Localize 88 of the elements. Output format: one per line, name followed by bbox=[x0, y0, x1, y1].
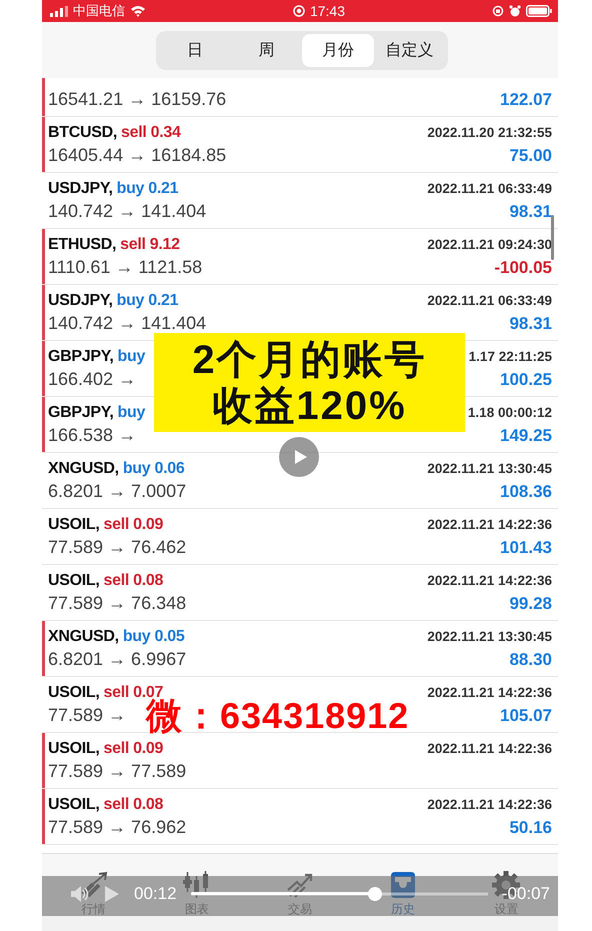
period-tab[interactable]: 自定义 bbox=[374, 34, 445, 66]
signal-icon bbox=[50, 6, 68, 16]
profit-value: 122.07 bbox=[500, 90, 552, 110]
trade-side: buy bbox=[118, 404, 146, 422]
trade-side: sell 0.09 bbox=[104, 516, 164, 534]
trade-side: buy 0.21 bbox=[116, 180, 178, 198]
scroll-indicator bbox=[551, 215, 554, 260]
volume-icon bbox=[70, 884, 90, 902]
trade-symbol: USDJPY, bbox=[48, 180, 113, 198]
trade-time: 2022.11.21 14:22:36 bbox=[427, 517, 552, 532]
profit-value: 75.00 bbox=[509, 146, 552, 166]
profit-value: 50.16 bbox=[509, 818, 552, 838]
trade-time: 2022.11.21 14:22:36 bbox=[427, 573, 552, 588]
trade-time: 2022.11.20 21:32:55 bbox=[427, 125, 552, 140]
trade-symbol: USDJPY, bbox=[48, 292, 113, 310]
trade-time: 2022.11.21 13:30:45 bbox=[427, 629, 552, 644]
profit-value: 101.43 bbox=[500, 538, 552, 558]
price-range: 77.589 → 76.962 bbox=[48, 817, 186, 838]
trade-symbol: GBPJPY, bbox=[48, 404, 114, 422]
price-range: 77.589 → 76.348 bbox=[48, 593, 186, 614]
trade-side: sell 9.12 bbox=[120, 236, 180, 254]
profit-value: 108.36 bbox=[500, 482, 552, 502]
trade-side: buy bbox=[118, 348, 146, 366]
trade-side: buy 0.06 bbox=[122, 460, 184, 478]
carrier-name: 中国电信 bbox=[73, 2, 125, 20]
trade-time: 2022.11.21 14:22:36 bbox=[427, 685, 552, 700]
trade-symbol: USOIL, bbox=[48, 684, 100, 702]
profit-value: 105.07 bbox=[500, 706, 552, 726]
profit-value: 98.31 bbox=[509, 314, 552, 334]
trade-time: 2022.11.21 06:33:49 bbox=[427, 181, 552, 196]
volume-button[interactable] bbox=[70, 884, 90, 902]
trade-symbol: USOIL, bbox=[48, 740, 100, 758]
price-range: 1110.61 → 1121.58 bbox=[48, 257, 202, 278]
location-icon bbox=[292, 5, 305, 17]
trade-symbol: USOIL, bbox=[48, 516, 100, 534]
banner-text: 2个月的账号 bbox=[192, 336, 427, 382]
battery-icon bbox=[526, 5, 552, 17]
price-range: 77.589 → 76.462 bbox=[48, 537, 186, 558]
profit-value: 98.31 bbox=[509, 202, 552, 222]
trade-side: sell 0.09 bbox=[104, 740, 164, 758]
trade-time: 2022.11.21 09:24:30 bbox=[427, 237, 552, 252]
price-range: 166.538 → bbox=[48, 425, 136, 446]
trade-time: 2022.11.21 14:22:36 bbox=[427, 741, 552, 756]
nav-tab[interactable]: 历史 bbox=[391, 903, 416, 915]
trade-time: 1.17 22:11:25 bbox=[468, 349, 552, 364]
trade-symbol: USOIL, bbox=[48, 796, 100, 814]
trade-symbol: USOIL, bbox=[48, 572, 100, 590]
price-range: 6.8201 → 6.9967 bbox=[48, 649, 186, 670]
profit-value: -100.05 bbox=[494, 258, 552, 278]
trade-symbol: GBPJPY, bbox=[48, 348, 114, 366]
alarm-icon bbox=[508, 5, 521, 17]
period-tab[interactable]: 月份 bbox=[302, 34, 374, 66]
trade-time: 2022.11.21 13:30:45 bbox=[427, 461, 552, 476]
price-range: 166.402 → bbox=[48, 369, 136, 390]
price-range: 77.589 → 77.589 bbox=[48, 761, 186, 782]
play-button[interactable] bbox=[279, 437, 319, 477]
banner-text: 收益120% bbox=[212, 382, 407, 428]
price-range: 6.8201 → 7.0007 bbox=[48, 481, 186, 502]
clock-time: 17:43 bbox=[310, 3, 346, 19]
trade-symbol: BTCUSD, bbox=[48, 124, 118, 142]
trade-time: 1.18 00:00:12 bbox=[468, 405, 552, 420]
rotation-lock-icon bbox=[492, 5, 504, 17]
period-tab[interactable]: 日 bbox=[159, 34, 230, 66]
trade-side: buy 0.21 bbox=[116, 292, 178, 310]
trade-time: 2022.11.21 06:33:49 bbox=[427, 293, 552, 308]
elapsed-time: 00:12 bbox=[134, 885, 177, 902]
price-range: 140.742 → 141.404 bbox=[48, 313, 206, 334]
profit-value: 149.25 bbox=[500, 426, 552, 446]
trade-side: sell 0.08 bbox=[104, 796, 164, 814]
trade-side: buy 0.05 bbox=[122, 628, 184, 646]
price-range: 16405.44 → 16184.85 bbox=[48, 145, 226, 166]
trade-time: 2022.11.21 14:22:36 bbox=[427, 797, 552, 812]
trade-side: sell 0.08 bbox=[104, 572, 164, 590]
profit-value: 88.30 bbox=[509, 650, 552, 670]
play-icon bbox=[294, 449, 308, 465]
trade-symbol: XNGUSD, bbox=[48, 460, 119, 478]
period-tab[interactable]: 周 bbox=[230, 34, 302, 66]
wifi-icon bbox=[130, 5, 146, 17]
trade-symbol: ETHUSD, bbox=[48, 236, 116, 254]
trade-symbol: XNGUSD, bbox=[48, 628, 119, 646]
price-range: 77.589 → bbox=[48, 705, 126, 726]
profit-value: 100.25 bbox=[500, 370, 552, 390]
seek-handle[interactable] bbox=[368, 886, 382, 900]
trade-side: sell 0.34 bbox=[121, 124, 181, 142]
price-range: 140.742 → 141.404 bbox=[48, 201, 206, 222]
profit-value: 99.28 bbox=[509, 594, 552, 614]
price-range: 16541.21 → 16159.76 bbox=[48, 89, 226, 110]
play-icon bbox=[104, 884, 120, 902]
